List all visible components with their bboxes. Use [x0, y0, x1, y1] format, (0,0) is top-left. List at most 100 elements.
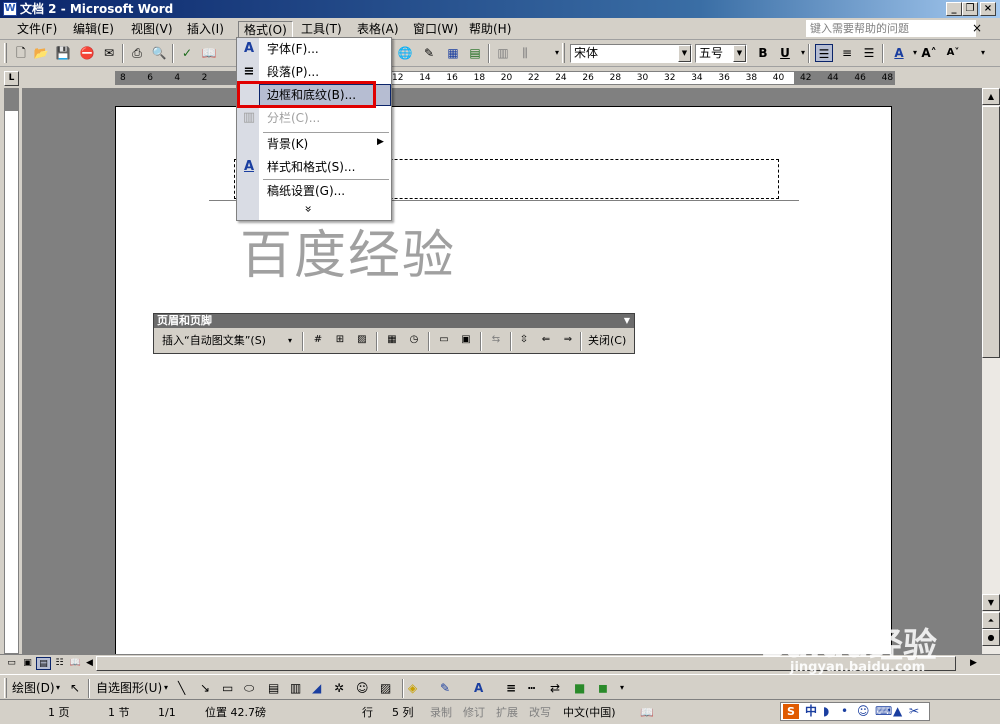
insert-excel-icon[interactable]: ▤ [466, 44, 484, 62]
menu-view[interactable]: 视图(V) [126, 21, 178, 38]
tab-selector[interactable]: L [4, 71, 19, 86]
picture-icon[interactable]: ▨ [380, 679, 391, 697]
reading-view-icon[interactable]: 📖 [68, 657, 83, 670]
vertical-scrollbar[interactable]: ▲ ▼ ⏶ ● [982, 88, 1000, 654]
bold-button[interactable]: B [754, 44, 772, 62]
chevron-down-icon[interactable]: ▾ [164, 679, 168, 697]
permission-icon[interactable]: ⛔ [78, 44, 96, 62]
email-icon[interactable]: ✉ [100, 44, 118, 62]
toolbar-grip[interactable] [4, 678, 7, 698]
help-search-input[interactable]: 键入需要帮助的问题 [806, 20, 976, 37]
status-rec[interactable]: 录制 [430, 704, 452, 722]
close-window-button[interactable]: × [980, 2, 996, 16]
document-text[interactable]: 百度经验 [240, 213, 456, 288]
ime-toolbar[interactable]: S 中 ◗ • ☺ ⌨ ▲ ✂ [780, 702, 930, 721]
menu-item-background[interactable]: 背景(K) [259, 133, 391, 155]
spelling-icon[interactable]: ✓ [178, 44, 196, 62]
word-app-icon[interactable]: W [3, 2, 17, 16]
vertical-ruler[interactable] [4, 88, 19, 654]
font-color-icon[interactable]: A [474, 679, 483, 697]
status-ext[interactable]: 扩展 [496, 704, 518, 722]
menu-item-paragraph[interactable]: 段落(P)... [259, 61, 391, 83]
scroll-right-button[interactable]: ▶ [966, 657, 981, 670]
sogou-icon[interactable]: S [783, 704, 799, 719]
select-objects-icon[interactable]: ↖ [70, 679, 80, 697]
insert-date-icon[interactable]: ▦ [384, 332, 400, 348]
menu-window[interactable]: 窗口(W) [408, 21, 463, 38]
arrow-style-icon[interactable]: ⇄ [550, 679, 560, 697]
show-previous-icon[interactable]: ⇐ [538, 332, 554, 348]
ime-punctuation-icon[interactable]: ◗ [823, 703, 829, 720]
font-name-select[interactable]: 宋体 ▼ [570, 44, 692, 63]
line-style-icon[interactable]: ≡ [506, 679, 516, 697]
align-right-button[interactable]: ☰ [860, 44, 878, 62]
status-ovr[interactable]: 改写 [529, 704, 551, 722]
document-page[interactable]: 百度经验 [115, 106, 892, 666]
toolbar-options-icon[interactable]: ▾ [620, 679, 624, 697]
ime-skin-icon[interactable]: ▲ [893, 703, 902, 720]
page-setup-icon[interactable]: ▭ [436, 332, 452, 348]
header-footer-toolbar-title[interactable]: 页眉和页脚 ▼ [154, 314, 634, 328]
insert-page-count-icon[interactable]: ⊞ [332, 332, 348, 348]
print-icon[interactable]: ⎙ [128, 44, 146, 62]
dash-style-icon[interactable]: ┅ [528, 679, 535, 697]
menu-item-columns[interactable]: 分栏(C)... [259, 107, 391, 129]
autoshapes-menu-button[interactable]: 自选图形(U) [96, 679, 162, 697]
show-hide-text-icon[interactable]: ▣ [458, 332, 474, 348]
print-preview-icon[interactable]: 🔍 [150, 44, 168, 62]
grow-font-icon[interactable]: A˄ [920, 44, 938, 62]
3d-style-icon[interactable]: ◼ [598, 679, 608, 697]
columns-icon[interactable]: ▥ [494, 44, 512, 62]
draw-menu-button[interactable]: 绘图(D) [12, 679, 55, 697]
menu-insert[interactable]: 插入(I) [182, 21, 229, 38]
minimize-button[interactable]: _ [946, 2, 962, 16]
print-layout-view-icon[interactable]: ▤ [36, 657, 51, 670]
fill-color-icon[interactable]: ◈ [408, 679, 417, 697]
chevron-down-icon[interactable]: ▾ [288, 332, 292, 350]
new-document-icon[interactable]: 🗋 [12, 44, 30, 62]
toolbar-grip[interactable] [562, 43, 565, 63]
chevron-down-icon[interactable]: ▼ [678, 45, 691, 62]
close-header-footer-button[interactable]: 关闭(C) [588, 332, 626, 350]
shrink-font-icon[interactable]: A˅ [944, 44, 962, 62]
open-folder-icon[interactable]: 📂 [32, 44, 50, 62]
tables-borders-icon[interactable]: ✎ [420, 44, 438, 62]
diagram-icon[interactable]: ✲ [334, 679, 344, 697]
menu-item-styles-formatting[interactable]: 样式和格式(S)... [259, 156, 391, 178]
research-icon[interactable]: 📖 [200, 44, 218, 62]
scroll-up-button[interactable]: ▲ [982, 88, 1000, 105]
scroll-down-button[interactable]: ▼ [982, 594, 1000, 611]
ime-tools-icon[interactable]: ✂ [909, 703, 919, 720]
status-trk[interactable]: 修订 [463, 704, 485, 722]
switch-header-footer-icon[interactable]: ⇳ [516, 332, 532, 348]
menu-help[interactable]: 帮助(H) [464, 21, 516, 38]
show-next-icon[interactable]: ⇒ [560, 332, 576, 348]
ime-emoji-icon[interactable]: ☺ [857, 703, 870, 720]
chevron-down-icon[interactable]: ▼ [624, 314, 630, 328]
scroll-thumb[interactable] [982, 106, 1000, 358]
outline-view-icon[interactable]: ☷ [52, 657, 67, 670]
line-color-icon[interactable]: ✎ [440, 679, 450, 697]
save-icon[interactable]: 💾 [54, 44, 72, 62]
expand-menu-icon[interactable]: » [302, 205, 316, 212]
ime-keyboard-icon[interactable]: ⌨ [875, 703, 892, 720]
menu-item-font[interactable]: 字体(F)... [259, 38, 391, 60]
maximize-button[interactable]: ❐ [962, 2, 978, 16]
previous-page-button[interactable]: ⏶ [982, 612, 1000, 629]
horizontal-ruler[interactable]: 8 6 4 2 12 14 16 18 20 22 24 26 28 30 32 34 36 38 40 42 44 46… [115, 71, 895, 85]
insert-page-number-icon[interactable]: # [310, 332, 326, 348]
spelling-status-icon[interactable]: 📖 [640, 704, 654, 722]
toolbar-options-icon[interactable]: ▾ [974, 44, 992, 62]
oval-icon[interactable]: ⬭ [244, 679, 254, 697]
link-to-previous-icon[interactable]: ⇆ [488, 332, 504, 348]
ime-fullwidth-icon[interactable]: • [841, 703, 848, 720]
wordart-icon[interactable]: ◢ [312, 679, 321, 697]
arrow-icon[interactable]: ↘ [200, 679, 210, 697]
menu-item-manuscript-setup[interactable]: 稿纸设置(G)... [259, 180, 391, 202]
align-center-button[interactable]: ≡ [838, 44, 856, 62]
close-document-icon[interactable]: × [972, 21, 982, 35]
menu-file[interactable]: 文件(F) [12, 21, 62, 38]
menu-format[interactable]: 格式(O) [238, 21, 293, 38]
menu-tools[interactable]: 工具(T) [296, 21, 347, 38]
chevron-down-icon[interactable]: ▾ [56, 679, 60, 697]
